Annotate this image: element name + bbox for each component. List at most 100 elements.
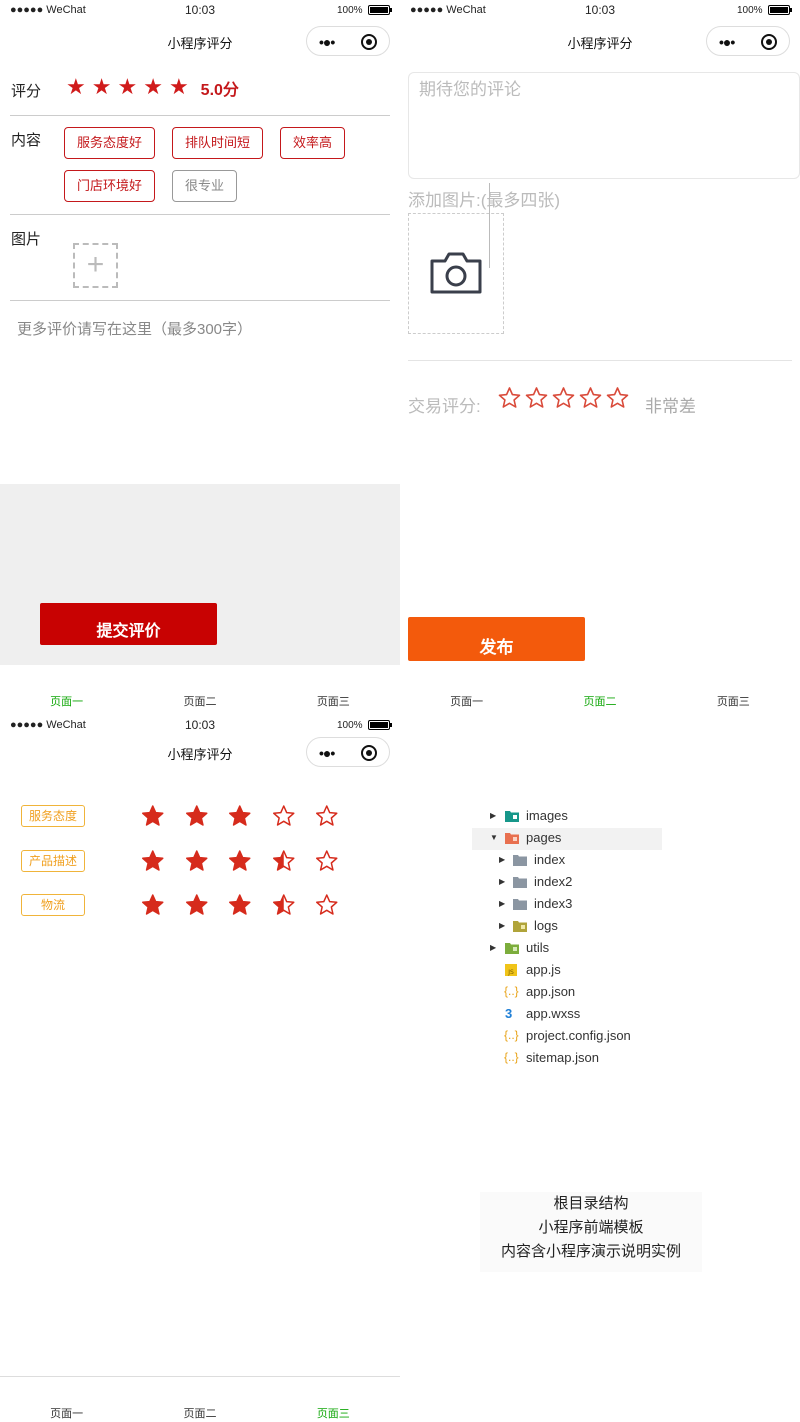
star-outline-icon[interactable] <box>550 386 577 410</box>
star-outline-icon[interactable] <box>262 804 306 828</box>
tree-item-index[interactable]: ▶ index <box>472 850 662 872</box>
mini-program-capsule[interactable]: •●• <box>306 26 390 56</box>
add-image-label: 添加图片:(最多四张) <box>408 191 561 210</box>
note-line: 根目录结构 <box>553 1195 629 1212</box>
json-file-icon: {..} <box>504 1028 519 1042</box>
star-icon[interactable]: ★ <box>143 77 163 99</box>
tree-guide-line <box>489 183 490 268</box>
rating-row-stars[interactable] <box>131 893 349 917</box>
collapsed-arrow-icon[interactable]: ▶ <box>499 877 505 886</box>
tab-page-one[interactable]: 页面一 <box>0 1407 133 1422</box>
star-icon[interactable]: ★ <box>117 77 137 99</box>
multi-rating-panel: 页面一 页面二 页面三 ●●●●● WeChat 10:03 100% 小程序评… <box>0 665 400 1422</box>
star-filled-icon[interactable] <box>175 893 219 917</box>
collapsed-arrow-icon[interactable]: ▶ <box>499 921 505 930</box>
star-filled-icon[interactable] <box>131 849 175 873</box>
battery-icon <box>368 5 392 15</box>
star-filled-icon[interactable] <box>131 804 175 828</box>
tree-item-label: logs <box>534 918 558 933</box>
tab-page-two[interactable]: 页面二 <box>133 1407 266 1422</box>
tree-item-index3[interactable]: ▶ index3 <box>472 894 662 916</box>
collapsed-arrow-icon[interactable]: ▶ <box>490 943 496 952</box>
rating-stars[interactable]: ★ ★ ★ ★ ★ 5.0分 <box>66 76 239 100</box>
folder-icon <box>513 899 527 910</box>
tree-item-label: pages <box>526 830 562 845</box>
publish-button[interactable]: 发布 <box>408 617 585 661</box>
star-outline-icon[interactable] <box>305 804 349 828</box>
more-icon[interactable]: •●• <box>319 34 335 50</box>
tag-professional[interactable]: 很专业 <box>172 170 238 202</box>
submit-review-button[interactable]: 提交评价 <box>40 603 217 645</box>
score-text: 5.0分 <box>200 82 239 99</box>
tree-item-sitemap[interactable]: {..} sitemap.json <box>472 1048 662 1070</box>
tree-item-index2[interactable]: ▶ index2 <box>472 872 662 894</box>
star-filled-icon[interactable] <box>218 849 262 873</box>
rating-row-label: 产品描述 <box>21 850 85 872</box>
star-outline-icon[interactable] <box>604 386 631 410</box>
tag-efficiency[interactable]: 效率高 <box>280 127 346 159</box>
star-half-icon[interactable] <box>262 849 306 873</box>
star-filled-icon[interactable] <box>175 804 219 828</box>
mini-program-capsule[interactable]: •●• <box>306 737 390 767</box>
svg-text:JS: JS <box>507 969 514 976</box>
tree-item-utils[interactable]: ▶ utils <box>472 938 662 960</box>
close-mini-program-icon[interactable] <box>361 34 377 50</box>
plus-icon: + <box>86 248 105 281</box>
collapsed-arrow-icon[interactable]: ▶ <box>499 855 505 864</box>
folder-images-icon <box>505 811 519 822</box>
json-file-icon: {..} <box>504 984 519 998</box>
more-icon[interactable]: •●• <box>719 34 735 50</box>
comment-input[interactable]: 期待您的评论 <box>408 72 800 179</box>
star-outline-icon[interactable] <box>305 893 349 917</box>
tree-item-app-json[interactable]: {..} app.json <box>472 982 662 1004</box>
tab-page-three[interactable]: 页面三 <box>267 1407 400 1422</box>
tag-service-attitude[interactable]: 服务态度好 <box>64 127 156 159</box>
more-icon[interactable]: •●• <box>319 745 335 761</box>
folder-icon <box>513 877 527 888</box>
tree-item-logs[interactable]: ▶ logs <box>472 916 662 938</box>
expanded-arrow-icon[interactable]: ▼ <box>490 833 498 842</box>
tag-store-environment[interactable]: 门店环境好 <box>64 170 156 202</box>
star-outline-icon[interactable] <box>577 386 604 410</box>
rating-row-stars[interactable] <box>131 804 349 828</box>
tree-item-pages[interactable]: ▼ pages <box>472 828 662 850</box>
divider <box>408 360 792 361</box>
tag-short-queue[interactable]: 排队时间短 <box>172 127 264 159</box>
json-file-icon: {..} <box>504 1050 519 1064</box>
content-label: 内容 <box>11 132 42 149</box>
battery-icon <box>768 5 792 15</box>
star-icon[interactable]: ★ <box>169 77 189 99</box>
star-filled-icon[interactable] <box>175 849 219 873</box>
star-outline-icon[interactable] <box>496 386 523 410</box>
star-filled-icon[interactable] <box>218 893 262 917</box>
star-icon[interactable]: ★ <box>66 77 86 99</box>
close-mini-program-icon[interactable] <box>761 34 777 50</box>
battery-icon <box>368 720 392 730</box>
image-label: 图片 <box>11 231 42 248</box>
tree-item-label: project.config.json <box>526 1028 631 1043</box>
comment-textarea[interactable]: 更多评价请写在这里（最多300字） <box>17 318 252 339</box>
tree-item-app-wxss[interactable]: 3 app.wxss <box>472 1004 662 1026</box>
collapsed-arrow-icon[interactable]: ▶ <box>499 899 505 908</box>
description-note: 根目录结构 小程序前端模板 内容含小程序演示说明实例 <box>480 1192 702 1272</box>
rating-row-stars[interactable] <box>131 849 349 873</box>
star-outline-icon[interactable] <box>305 849 349 873</box>
star-filled-icon[interactable] <box>218 804 262 828</box>
upload-image-button[interactable]: + <box>73 243 118 288</box>
collapsed-arrow-icon[interactable]: ▶ <box>490 811 496 820</box>
tree-item-label: app.json <box>526 984 576 999</box>
star-outline-icon[interactable] <box>523 386 550 410</box>
tab-page-three[interactable]: 页面三 <box>667 695 800 725</box>
star-icon[interactable]: ★ <box>92 77 112 99</box>
tab-page-one[interactable]: 页面一 <box>400 695 533 725</box>
tree-item-images[interactable]: ▶ images <box>472 806 662 828</box>
star-half-icon[interactable] <box>262 893 306 917</box>
tree-item-app-js[interactable]: JS app.js <box>472 960 662 982</box>
star-filled-icon[interactable] <box>131 893 175 917</box>
trade-rating-stars[interactable] <box>496 386 631 410</box>
mini-program-capsule[interactable]: •●• <box>706 26 790 56</box>
tree-item-project-config[interactable]: {..} project.config.json <box>472 1026 662 1048</box>
status-bar: ●●●●● WeChat 10:03 100% <box>0 0 400 22</box>
close-mini-program-icon[interactable] <box>361 745 377 761</box>
tab-page-two[interactable]: 页面二 <box>533 695 666 725</box>
